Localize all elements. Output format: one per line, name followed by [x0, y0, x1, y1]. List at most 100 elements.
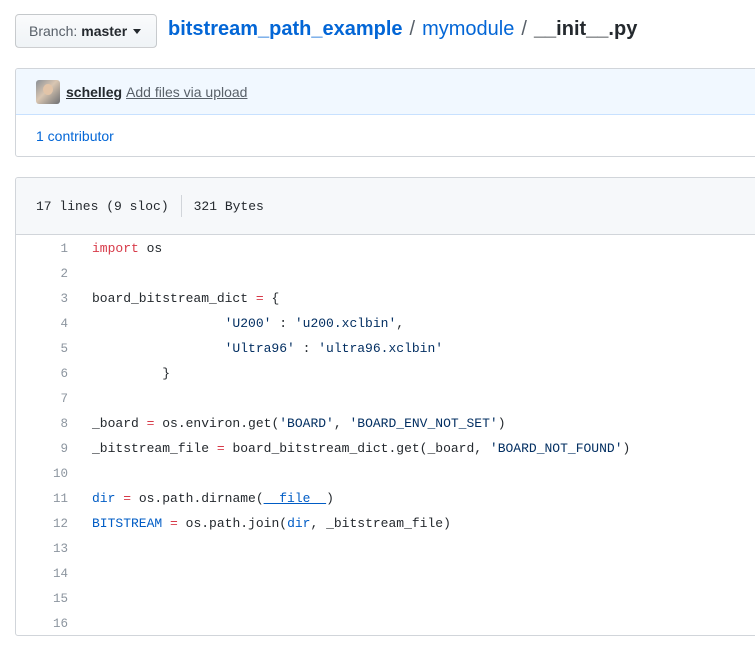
- line-content: dir = os.path.dirname(__file__): [68, 491, 334, 506]
- file-box: 17 lines (9 sloc) 321 Bytes 1 import os 2 3…: [15, 177, 755, 636]
- branch-prefix: Branch:: [29, 23, 78, 39]
- line-content: _board = os.environ.get('BOARD', 'BOARD_…: [68, 416, 506, 431]
- code-token: os: [138, 241, 163, 256]
- line-number[interactable]: 3: [16, 292, 68, 306]
- code-token: ): [326, 491, 334, 506]
- code-token: =: [170, 516, 178, 531]
- breadcrumb-separator: /: [409, 18, 416, 40]
- code-token: :: [294, 341, 319, 356]
- code-token: 'BOARD_ENV_NOT_SET': [349, 416, 498, 431]
- commit-box: schelleg Add files via upload 1 contribu…: [15, 68, 755, 157]
- code-token: =: [123, 491, 132, 506]
- commit-author-link[interactable]: schelleg: [66, 84, 122, 100]
- line-number[interactable]: 13: [16, 542, 68, 556]
- code-token: _board: [92, 416, 147, 431]
- line-content: 'Ultra96' : 'ultra96.xclbin': [68, 341, 443, 356]
- line-count: 17 lines (9 sloc): [36, 198, 169, 214]
- line-number[interactable]: 8: [16, 417, 68, 431]
- code-token: =: [255, 291, 264, 306]
- line-number[interactable]: 15: [16, 592, 68, 606]
- code-token: 'u200.xclbin': [294, 316, 397, 331]
- code-line: 15: [16, 586, 755, 611]
- line-content: board_bitstream_dict = {: [68, 291, 279, 306]
- code-token: =: [216, 441, 225, 456]
- code-token: {: [263, 291, 280, 306]
- code-token: ,: [396, 316, 405, 331]
- line-number[interactable]: 11: [16, 492, 68, 506]
- code-token: os.environ.get(: [154, 416, 280, 431]
- code-line: 11 dir = os.path.dirname(__file__): [16, 486, 755, 511]
- code-token: dir: [287, 516, 311, 531]
- code-line: 8 _board = os.environ.get('BOARD', 'BOARD…: [16, 411, 755, 436]
- code-token: ): [622, 441, 631, 456]
- code-line: 12 BITSTREAM = os.path.join(dir, _bitstre…: [16, 511, 755, 536]
- breadcrumb-repo-link[interactable]: bitstream_path_example: [168, 18, 403, 41]
- code-line: 14: [16, 561, 755, 586]
- contributors-link[interactable]: 1 contributor: [36, 128, 114, 144]
- line-content: 'U200' : 'u200.xclbin',: [68, 316, 404, 331]
- code-line: 10: [16, 461, 755, 486]
- branch-name: master: [81, 23, 128, 39]
- code-token: 'BOARD_NOT_FOUND': [489, 441, 623, 456]
- line-number[interactable]: 7: [16, 392, 68, 406]
- file-info-divider: [180, 195, 182, 217]
- line-number[interactable]: 5: [16, 342, 68, 356]
- code-token: , _bitstream_file): [310, 516, 451, 531]
- line-number[interactable]: 9: [16, 442, 68, 456]
- breadcrumb: bitstream_path_example / mymodule / __in…: [168, 18, 637, 41]
- code-token: ,: [333, 416, 350, 431]
- code-token: ): [497, 416, 506, 431]
- code-line: 16: [16, 611, 755, 635]
- breadcrumb-folder-link[interactable]: mymodule: [422, 18, 514, 41]
- line-number[interactable]: 1: [16, 242, 68, 256]
- code-line: 4 'U200' : 'u200.xclbin',: [16, 311, 755, 336]
- code-token: os.path.join(: [177, 516, 288, 531]
- line-number[interactable]: 10: [16, 467, 68, 481]
- code-token: 'Ultra96': [224, 341, 295, 356]
- code-view: 1 import os 2 3 board_bitstream_dict = {4 'U…: [16, 235, 755, 635]
- code-token: 'BOARD': [279, 416, 334, 431]
- avatar[interactable]: [36, 79, 60, 104]
- line-number[interactable]: 6: [16, 367, 68, 381]
- code-token: _bitstream_file: [92, 441, 217, 456]
- code-line: 1 import os: [16, 236, 755, 261]
- breadcrumb-file-name: __init__.py: [533, 18, 638, 40]
- line-content: import os: [68, 241, 162, 256]
- line-number[interactable]: 4: [16, 317, 68, 331]
- code-token: :: [271, 316, 295, 331]
- code-token: 'U200': [224, 316, 272, 331]
- code-token: }: [92, 366, 171, 381]
- commit-header: schelleg Add files via upload: [16, 69, 755, 115]
- code-line: 7: [16, 386, 755, 411]
- commit-message-link[interactable]: Add files via upload: [126, 84, 247, 100]
- line-number[interactable]: 12: [16, 517, 68, 531]
- code-token: os.path.dirname(: [131, 491, 264, 506]
- caret-down-icon: [133, 28, 142, 34]
- code-line: 6 }: [16, 361, 755, 386]
- line-content: BITSTREAM = os.path.join(dir, _bitstream…: [68, 516, 451, 531]
- file-size: 321 Bytes: [193, 198, 264, 214]
- commit-footer: 1 contributor: [16, 115, 755, 156]
- breadcrumb-separator: /: [521, 18, 527, 40]
- code-token: __file__: [263, 491, 327, 506]
- branch-select-button[interactable]: Branch: master: [15, 14, 157, 48]
- line-number[interactable]: 16: [16, 617, 68, 631]
- line-number[interactable]: 14: [16, 567, 68, 581]
- file-info-header: 17 lines (9 sloc) 321 Bytes: [16, 178, 755, 235]
- code-token: dir: [92, 491, 116, 506]
- code-token: import: [92, 241, 139, 256]
- code-line: 13: [16, 536, 755, 561]
- code-token: board_bitstream_dict.get(_board,: [224, 441, 490, 456]
- code-line: 9 _bitstream_file = board_bitstream_dict.…: [16, 436, 755, 461]
- line-content: }: [68, 366, 170, 381]
- code-line: 5 'Ultra96' : 'ultra96.xclbin': [16, 336, 755, 361]
- line-number[interactable]: 2: [16, 267, 68, 281]
- code-line: 2: [16, 261, 755, 286]
- code-line: 3 board_bitstream_dict = {: [16, 286, 755, 311]
- line-content: _bitstream_file = board_bitstream_dict.g…: [68, 441, 630, 456]
- code-token: BITSTREAM: [92, 516, 163, 531]
- code-token: 'ultra96.xclbin': [318, 341, 444, 356]
